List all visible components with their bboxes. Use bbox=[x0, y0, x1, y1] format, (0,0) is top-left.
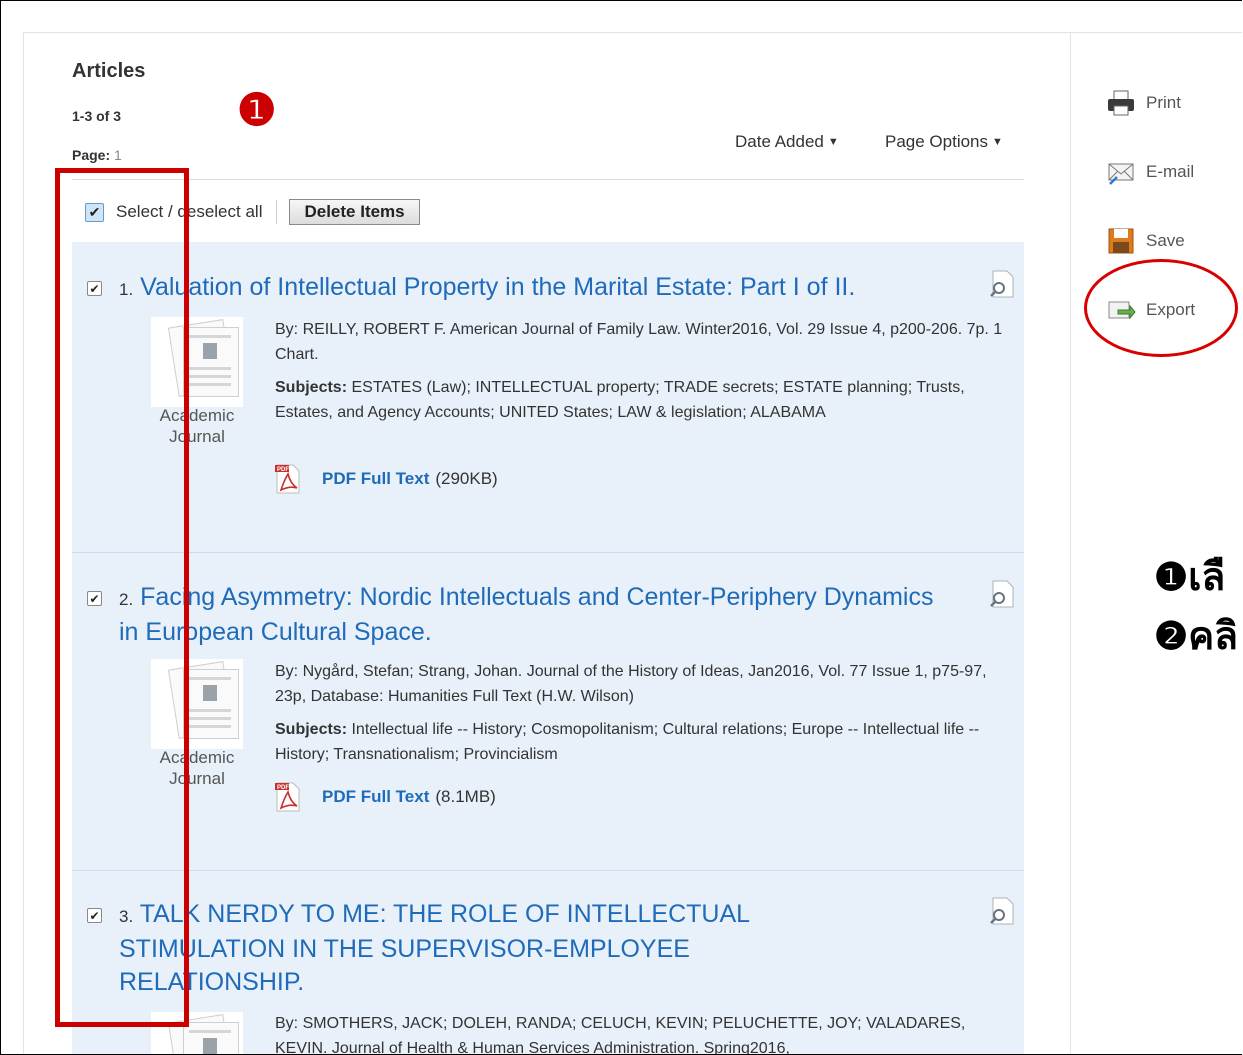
pdf-full-text-link[interactable]: PDF Full Text bbox=[322, 787, 429, 807]
item-title-link[interactable]: TALK NERDY TO ME: THE ROLE OF INTELLECTU… bbox=[119, 900, 749, 996]
email-label: E-mail bbox=[1146, 162, 1195, 181]
page-options-label: Page Options bbox=[885, 132, 989, 151]
results-count: 1-3 of 3 bbox=[72, 108, 122, 124]
results-heading: Articles bbox=[72, 60, 146, 82]
checkbox-highlight-box bbox=[55, 168, 189, 1027]
sort-label: Date Added bbox=[735, 132, 824, 151]
pdf-icon[interactable]: PDF bbox=[275, 782, 301, 812]
step-marker-1: ❶ bbox=[237, 86, 277, 135]
item-title-link[interactable]: Facing Asymmetry: Nordic Intellectuals a… bbox=[119, 583, 934, 646]
print-icon bbox=[1108, 90, 1134, 116]
preview-magnifier-icon[interactable] bbox=[987, 896, 1017, 926]
email-icon bbox=[1108, 163, 1134, 185]
item-1-subjects: Subjects: ESTATES (Law); INTELLECTUAL pr… bbox=[275, 379, 965, 421]
sidebar-divider bbox=[1070, 32, 1071, 1054]
row-divider bbox=[72, 870, 1024, 871]
export-highlight-circle bbox=[1084, 259, 1238, 357]
delete-items-button[interactable]: Delete Items bbox=[289, 199, 420, 225]
pdf-size: (290KB) bbox=[435, 469, 498, 488]
print-tool[interactable]: Print bbox=[1106, 88, 1181, 118]
item-1-pdf: PDF PDF Full Text (290KB) bbox=[275, 464, 498, 494]
item-title-link[interactable]: Valuation of Intellectual Property in th… bbox=[140, 273, 855, 301]
svg-text:PDF: PDF bbox=[277, 467, 289, 473]
item-2-title[interactable]: 2. Facing Asymmetry: Nordic Intellectual… bbox=[119, 581, 939, 649]
pdf-full-text-link[interactable]: PDF Full Text bbox=[322, 469, 429, 489]
caret-down-icon: ▼ bbox=[827, 136, 839, 148]
item-3-byline: By: SMOTHERS, JACK; DOLEH, RANDA; CELUCH… bbox=[275, 1015, 966, 1055]
item-2-pdf: PDF PDF Full Text (8.1MB) bbox=[275, 782, 496, 812]
item-3-title[interactable]: 3. TALK NERDY TO ME: THE ROLE OF INTELLE… bbox=[119, 898, 879, 999]
save-tool[interactable]: Save bbox=[1106, 226, 1185, 256]
toolbar-divider bbox=[72, 179, 1024, 180]
item-1-byline: By: REILLY, ROBERT F. American Journal o… bbox=[275, 321, 1003, 363]
svg-text:PDF: PDF bbox=[277, 785, 289, 791]
caret-down-icon: ▼ bbox=[992, 136, 1003, 148]
page-number[interactable]: 1 bbox=[114, 147, 122, 163]
item-1-title[interactable]: 1. Valuation of Intellectual Property in… bbox=[119, 271, 979, 306]
pdf-size: (8.1MB) bbox=[435, 787, 496, 806]
save-label: Save bbox=[1146, 231, 1185, 250]
page-label: Page: bbox=[72, 147, 111, 163]
window-frame: Articles 1-3 of 3 Page: 1 Date Added ▼ Pa… bbox=[0, 0, 1242, 1055]
preview-magnifier-icon[interactable] bbox=[987, 269, 1017, 299]
email-tool[interactable]: E-mail bbox=[1106, 157, 1194, 187]
sort-dropdown[interactable]: Date Added ▼ bbox=[735, 132, 839, 152]
content-left-border bbox=[23, 32, 24, 1054]
preview-magnifier-icon[interactable] bbox=[987, 579, 1017, 609]
instruction-line-2: ❷คลิ bbox=[1154, 615, 1239, 658]
row-divider bbox=[72, 552, 1024, 553]
instruction-line-1: ❶เลื bbox=[1154, 556, 1226, 599]
page-options-dropdown[interactable]: Page Options ▼ bbox=[885, 132, 1003, 152]
separator bbox=[276, 200, 278, 224]
print-label: Print bbox=[1146, 93, 1181, 112]
item-2-subjects: Subjects: Intellectual life -- History; … bbox=[275, 721, 980, 763]
pdf-icon[interactable]: PDF bbox=[275, 464, 301, 494]
save-icon bbox=[1108, 228, 1134, 254]
content-top-border bbox=[23, 32, 1242, 33]
item-2-byline: By: Nygård, Stefan; Strang, Johan. Journ… bbox=[275, 663, 987, 705]
page-indicator: Page: 1 bbox=[72, 147, 122, 163]
